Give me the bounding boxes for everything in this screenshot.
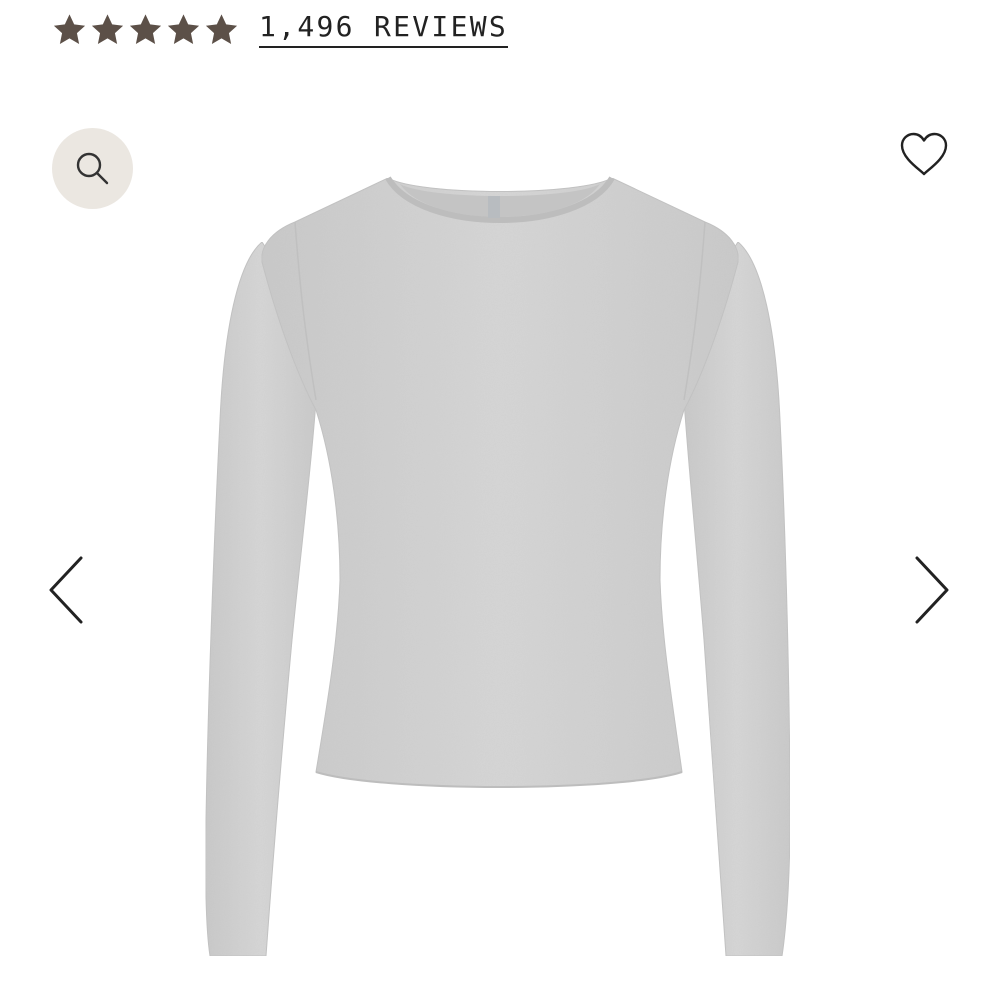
next-image-button[interactable] [912,552,952,628]
heart-outline-icon [900,132,948,176]
product-page: 1,496 REVIEWS [0,0,1000,1000]
star-icon [91,13,124,44]
rating-stars [52,6,239,52]
chevron-right-icon [915,556,949,624]
star-icon [53,13,86,44]
reviews-link[interactable]: 1,496 REVIEWS [259,10,509,48]
star-icon [167,13,200,44]
star-list [52,12,239,47]
wishlist-button[interactable] [896,128,952,180]
star-icon [129,13,162,44]
zoom-button[interactable] [52,128,133,209]
previous-image-button[interactable] [46,552,86,628]
star-icon [205,13,238,44]
search-icon [76,152,108,184]
chevron-left-icon [49,556,83,624]
product-image [205,176,791,957]
neck-label [488,196,500,218]
shirt-body [261,177,739,788]
